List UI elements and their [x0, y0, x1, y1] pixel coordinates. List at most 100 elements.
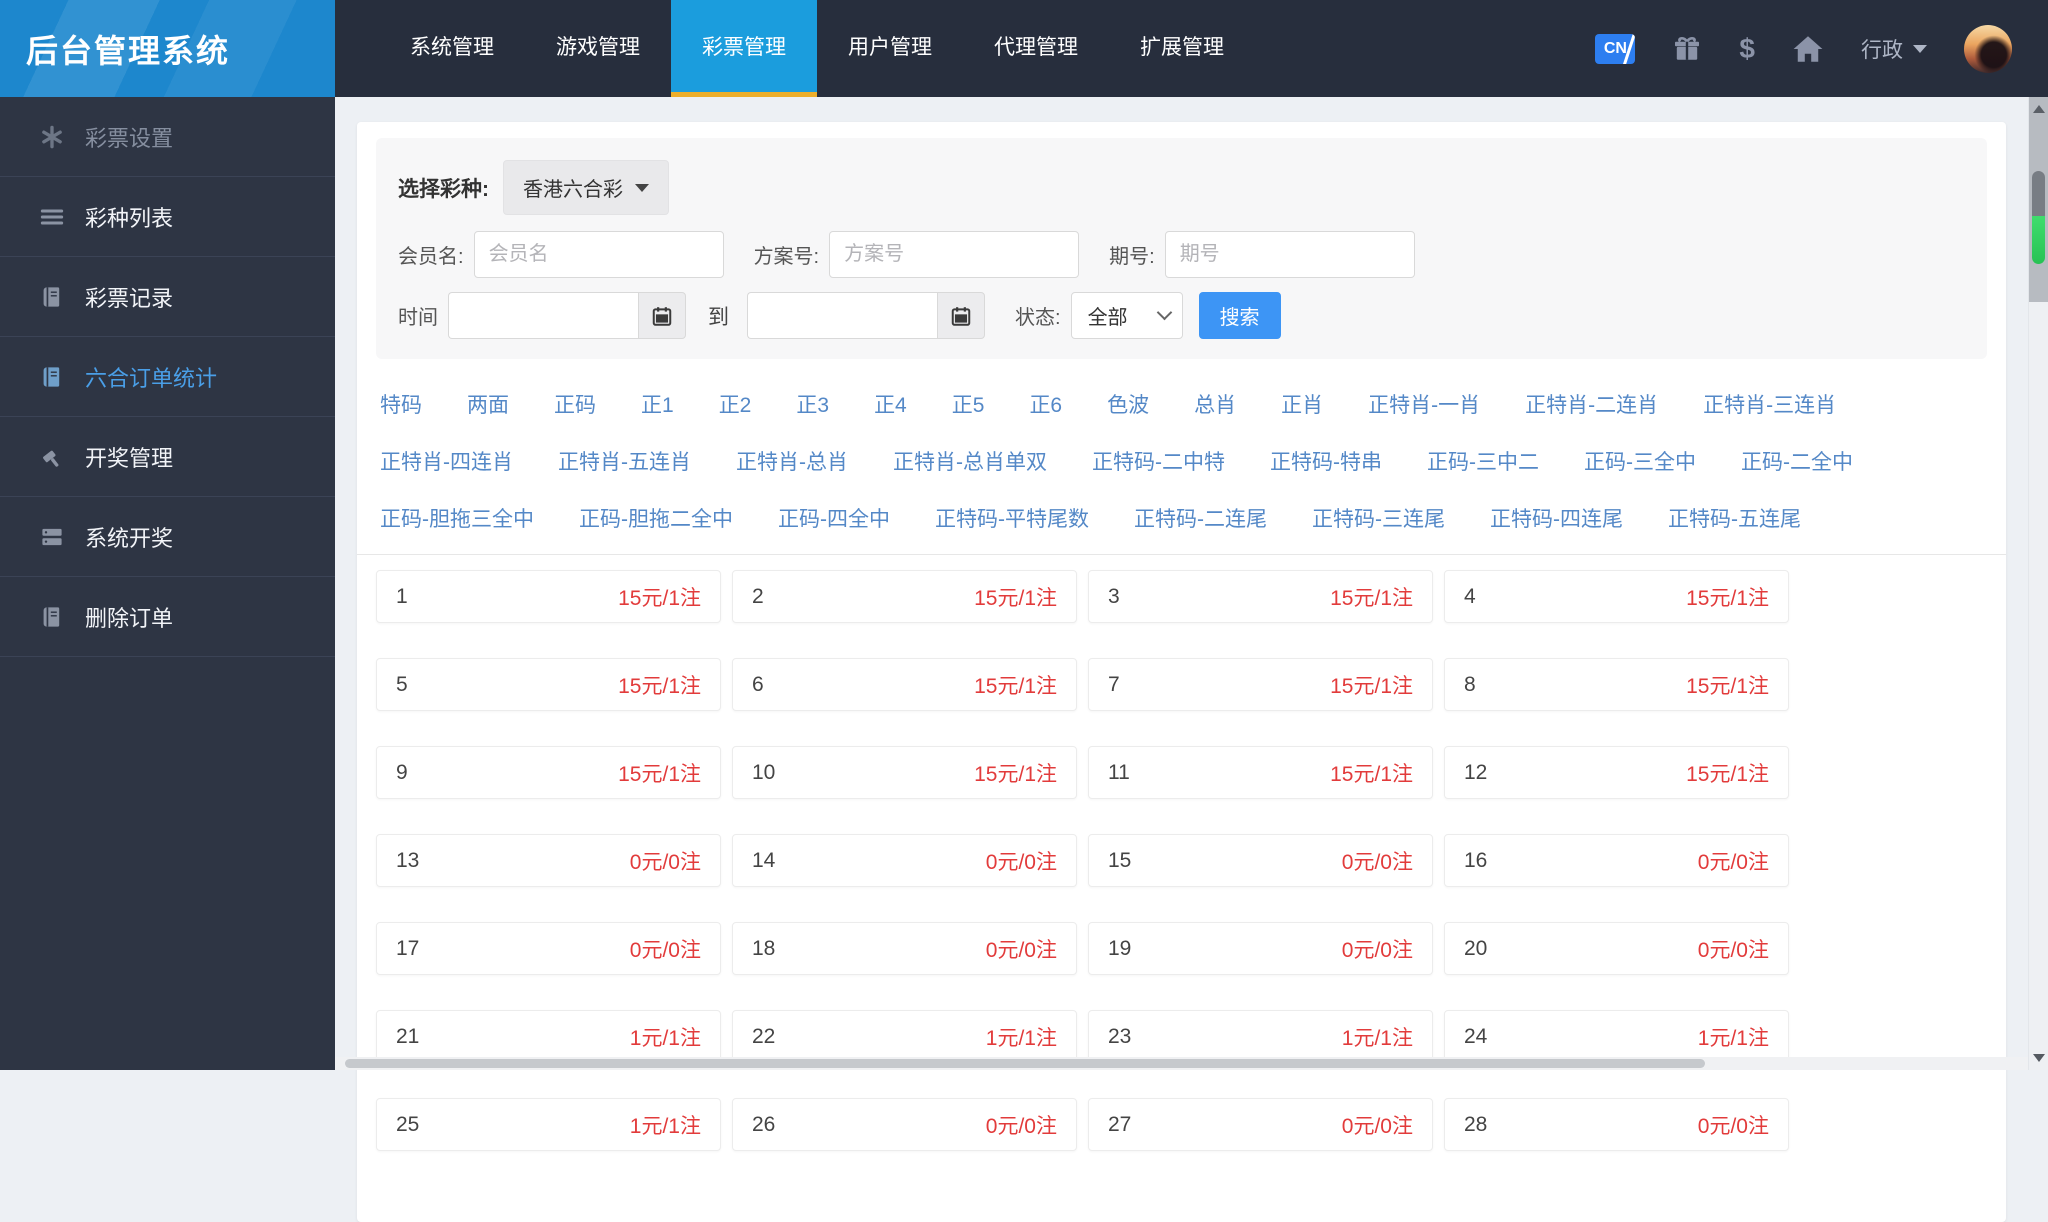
bet-type-link[interactable]: 正码-二全中	[1741, 446, 1853, 476]
bet-type-link[interactable]: 特码	[380, 389, 422, 419]
topbar-actions: CN $ 行政	[1595, 0, 2048, 97]
bet-type-link[interactable]: 正码-胆拖三全中	[380, 503, 534, 533]
home-icon[interactable]	[1792, 33, 1824, 65]
stat-cell[interactable]: 24 1元/1注	[1444, 1010, 1789, 1063]
stat-cell[interactable]: 4 15元/1注	[1444, 570, 1789, 623]
status-select[interactable]: 全部	[1070, 292, 1183, 339]
stat-cell[interactable]: 8 15元/1注	[1444, 658, 1789, 711]
bet-type-link[interactable]: 正特码-二连尾	[1134, 503, 1267, 533]
search-button[interactable]: 搜索	[1198, 292, 1281, 339]
stat-cell[interactable]: 15 0元/0注	[1088, 834, 1433, 887]
calendar-icon[interactable]	[937, 292, 985, 339]
sidebar-item[interactable]: 彩种列表	[0, 177, 335, 257]
user-menu[interactable]: 行政	[1861, 34, 1927, 64]
stat-cell[interactable]: 26 0元/0注	[732, 1098, 1077, 1151]
stat-cell[interactable]: 19 0元/0注	[1088, 922, 1433, 975]
language-cn-icon[interactable]: CN	[1595, 33, 1636, 64]
bet-type-link[interactable]: 正3	[796, 389, 829, 419]
bet-type-link[interactable]: 正特码-五连尾	[1668, 503, 1801, 533]
plan-input[interactable]	[829, 231, 1080, 278]
top-nav-tab[interactable]: 用户管理	[817, 0, 963, 97]
sidebar-item[interactable]: 彩票记录	[0, 257, 335, 337]
bet-type-link[interactable]: 正特肖-二连肖	[1525, 389, 1658, 419]
stat-cell[interactable]: 28 0元/0注	[1444, 1098, 1789, 1151]
scroll-up-arrow-icon[interactable]	[2033, 105, 2045, 113]
bet-type-link[interactable]: 正特码-二中特	[1092, 446, 1225, 476]
avatar[interactable]	[1964, 24, 2012, 73]
issue-input[interactable]	[1164, 231, 1415, 278]
member-input[interactable]	[473, 231, 724, 278]
bet-type-link[interactable]: 正特码-四连尾	[1490, 503, 1623, 533]
top-bar: 后台管理系统 系统管理 游戏管理 彩票管理 用户管理 代理管理 扩展管理 CN $ 行政	[0, 0, 2048, 97]
stat-cell[interactable]: 14 0元/0注	[732, 834, 1077, 887]
bet-type-link[interactable]: 正码	[554, 389, 596, 419]
bet-type-link[interactable]: 两面	[467, 389, 509, 419]
bet-type-link[interactable]: 正5	[952, 389, 985, 419]
stat-cell[interactable]: 1 15元/1注	[376, 570, 721, 623]
sidebar-item[interactable]: 彩票设置	[0, 97, 335, 177]
bet-type-link[interactable]: 正1	[641, 389, 674, 419]
bet-type-link[interactable]: 正码-三中二	[1427, 446, 1539, 476]
top-nav-tab[interactable]: 系统管理	[379, 0, 525, 97]
stat-cell-number: 28	[1464, 1112, 1488, 1136]
bet-type-link[interactable]: 正特码-三连尾	[1312, 503, 1445, 533]
stat-cell[interactable]: 20 0元/0注	[1444, 922, 1789, 975]
top-nav-tab[interactable]: 游戏管理	[525, 0, 671, 97]
top-nav-tab[interactable]: 彩票管理	[671, 0, 817, 97]
horizontal-scroll-thumb[interactable]	[345, 1059, 1705, 1068]
bet-type-link[interactable]: 正特码-平特尾数	[935, 503, 1089, 533]
date-to-input[interactable]	[747, 292, 937, 339]
sidebar-item[interactable]: 系统开奖	[0, 497, 335, 577]
bet-type-link[interactable]: 正特肖-总肖	[736, 446, 848, 476]
top-nav-tab[interactable]: 代理管理	[963, 0, 1109, 97]
bet-type-link[interactable]: 正特肖-三连肖	[1703, 389, 1836, 419]
stat-cell[interactable]: 23 1元/1注	[1088, 1010, 1433, 1063]
gift-icon[interactable]	[1672, 34, 1702, 64]
stat-cell[interactable]: 10 15元/1注	[732, 746, 1077, 799]
vertical-scroll-thumb[interactable]	[2032, 171, 2045, 264]
stat-cell[interactable]: 17 0元/0注	[376, 922, 721, 975]
stat-cell-number: 13	[396, 848, 420, 872]
stat-cell[interactable]: 22 1元/1注	[732, 1010, 1077, 1063]
bet-type-link[interactable]: 正特肖-一肖	[1368, 389, 1480, 419]
sidebar-item[interactable]: 删除订单	[0, 577, 335, 657]
bet-type-link[interactable]: 正码-三全中	[1584, 446, 1696, 476]
dollar-icon[interactable]: $	[1739, 33, 1755, 65]
scroll-down-arrow-icon[interactable]	[2033, 1054, 2045, 1062]
stat-cell[interactable]: 18 0元/0注	[732, 922, 1077, 975]
horizontal-scrollbar[interactable]	[335, 1057, 2028, 1070]
stat-cell[interactable]: 7 15元/1注	[1088, 658, 1433, 711]
vertical-scrollbar[interactable]	[2028, 97, 2048, 1070]
bet-type-link[interactable]: 正特肖-四连肖	[380, 446, 513, 476]
bet-type-link[interactable]: 色波	[1107, 389, 1149, 419]
bet-type-link[interactable]: 正码-四全中	[778, 503, 890, 533]
stat-cell[interactable]: 27 0元/0注	[1088, 1098, 1433, 1151]
lottery-type-dropdown[interactable]: 香港六合彩	[503, 160, 669, 215]
bet-type-link[interactable]: 总肖	[1194, 389, 1236, 419]
stat-cell[interactable]: 2 15元/1注	[732, 570, 1077, 623]
stat-cell[interactable]: 12 15元/1注	[1444, 746, 1789, 799]
stat-cell[interactable]: 25 1元/1注	[376, 1098, 721, 1151]
bet-type-link[interactable]: 正特肖-总肖单双	[893, 446, 1047, 476]
calendar-icon[interactable]	[638, 292, 686, 339]
book-icon	[40, 605, 64, 629]
top-nav-tab[interactable]: 扩展管理	[1109, 0, 1255, 97]
sidebar-item[interactable]: 六合订单统计	[0, 337, 335, 417]
sidebar-item[interactable]: 开奖管理	[0, 417, 335, 497]
bet-type-link[interactable]: 正4	[874, 389, 907, 419]
date-from-input[interactable]	[448, 292, 638, 339]
bet-type-link[interactable]: 正2	[719, 389, 752, 419]
stat-cell[interactable]: 16 0元/0注	[1444, 834, 1789, 887]
bet-type-link[interactable]: 正6	[1029, 389, 1062, 419]
stat-cell[interactable]: 9 15元/1注	[376, 746, 721, 799]
stat-cell[interactable]: 21 1元/1注	[376, 1010, 721, 1063]
bet-type-link[interactable]: 正特码-特串	[1270, 446, 1382, 476]
stat-cell[interactable]: 11 15元/1注	[1088, 746, 1433, 799]
bet-type-link[interactable]: 正肖	[1281, 389, 1323, 419]
stat-cell[interactable]: 6 15元/1注	[732, 658, 1077, 711]
bet-type-link[interactable]: 正码-胆拖二全中	[579, 503, 733, 533]
stat-cell[interactable]: 5 15元/1注	[376, 658, 721, 711]
stat-cell[interactable]: 3 15元/1注	[1088, 570, 1433, 623]
bet-type-link[interactable]: 正特肖-五连肖	[558, 446, 691, 476]
stat-cell[interactable]: 13 0元/0注	[376, 834, 721, 887]
